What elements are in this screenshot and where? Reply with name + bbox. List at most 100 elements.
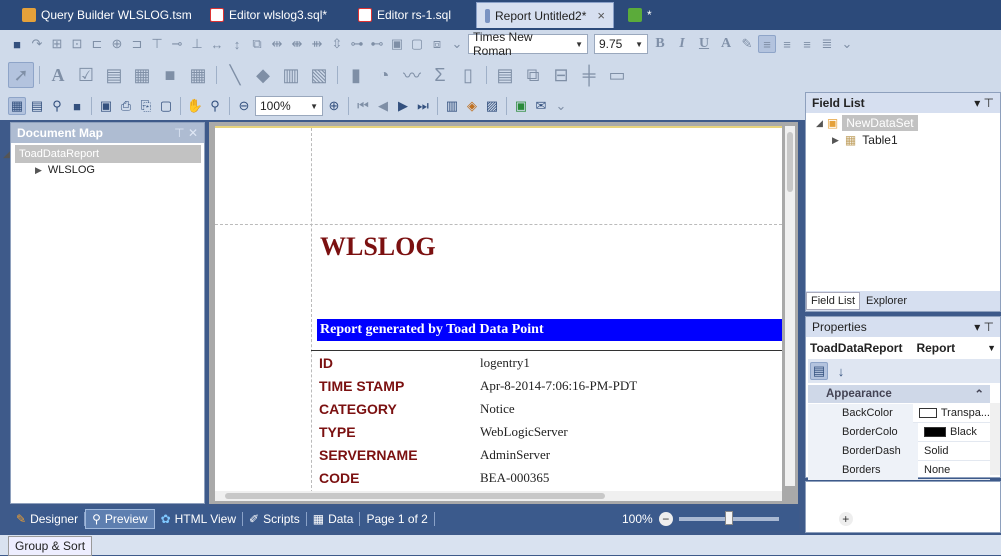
property-category[interactable]: Appearance ⌃ <box>808 385 990 403</box>
quick-print-icon[interactable]: ⎘ <box>137 97 155 115</box>
horizontal-spacing-icon[interactable]: ⇹ <box>268 35 286 53</box>
tab-editor-wlslog3[interactable]: Editor wlslog3.sql* <box>202 2 335 28</box>
page-setup-icon[interactable]: ▢ <box>157 97 175 115</box>
magnifier-icon[interactable]: ⚲ <box>206 97 224 115</box>
align-right-icon[interactable]: ⊐ <box>128 35 146 53</box>
horizontal-scrollbar[interactable] <box>215 491 782 501</box>
designer-button[interactable]: ✎ Designer <box>10 509 84 529</box>
picture-tool-icon[interactable]: ▦ <box>129 62 155 88</box>
bold-button[interactable]: B <box>650 36 670 52</box>
zip-code-tool-icon[interactable]: ▧ <box>306 62 332 88</box>
justify-left-icon[interactable]: ≡ <box>758 35 776 53</box>
tab-explorer[interactable]: Explorer <box>862 293 911 309</box>
hand-tool-icon[interactable]: ✋ <box>186 97 204 115</box>
cross-band-box-tool-icon[interactable]: ▭ <box>604 62 630 88</box>
highlight-icon[interactable]: ✎ <box>738 35 756 53</box>
size-to-grid-icon[interactable]: ⊡ <box>68 35 86 53</box>
sparkline-tool-icon[interactable]: 〰 <box>399 62 425 88</box>
align-to-grid-icon[interactable]: ⊞ <box>48 35 66 53</box>
save-icon[interactable]: ■ <box>68 97 86 115</box>
align-bottom-icon[interactable]: ⊥ <box>188 35 206 53</box>
html-view-button[interactable]: ✿ HTML View <box>155 509 242 529</box>
page-info-tool-icon[interactable]: ▯ <box>455 62 481 88</box>
pin-icon[interactable]: ▾ ⊤ <box>974 320 994 334</box>
expand-icon[interactable]: ▶ <box>832 135 839 146</box>
tree-item-wlslog[interactable]: ▶ WLSLOG <box>35 164 95 176</box>
collapse-icon[interactable]: ◢ <box>816 118 823 129</box>
background-color-icon[interactable]: ◈ <box>463 97 481 115</box>
collapse-icon[interactable]: ⌃ <box>974 387 984 401</box>
next-page-icon[interactable]: ▶ <box>394 97 412 115</box>
cross-band-line-tool-icon[interactable]: ╪ <box>576 62 602 88</box>
watermark-icon[interactable]: ▨ <box>483 97 501 115</box>
font-color-button[interactable]: A <box>716 36 736 52</box>
rich-text-tool-icon[interactable]: ▤ <box>101 62 127 88</box>
page-break-tool-icon[interactable]: ⊟ <box>548 62 574 88</box>
previous-page-icon[interactable]: ◀ <box>374 97 392 115</box>
zoom-out-icon[interactable]: − <box>658 512 673 526</box>
zoom-select[interactable]: 100% ▼ <box>255 96 323 116</box>
collapse-icon[interactable]: ◢ <box>3 149 10 160</box>
justify-center-icon[interactable]: ≡ <box>778 35 796 53</box>
cross-tab-tool-icon[interactable]: ▤ <box>492 62 518 88</box>
preview-button[interactable]: ⚲ Preview <box>85 509 155 529</box>
subreport-tool-icon[interactable]: ⧉ <box>520 62 546 88</box>
same-height-icon[interactable]: ↕ <box>228 35 246 53</box>
center-vertical-icon[interactable]: ⊷ <box>368 35 386 53</box>
align-top-icon[interactable]: ⊤ <box>148 35 166 53</box>
scroll-thumb[interactable] <box>787 132 793 192</box>
email-icon[interactable]: ✉ <box>532 97 550 115</box>
summary-tool-icon[interactable]: Σ <box>427 62 453 88</box>
expand-icon[interactable]: ▶ <box>35 165 42 176</box>
align-left-icon[interactable]: ⊏ <box>88 35 106 53</box>
overflow-chevron-icon[interactable]: ⌄ <box>448 35 466 53</box>
data-button[interactable]: ▦ Data <box>307 509 360 529</box>
save-icon[interactable]: ■ <box>8 35 26 53</box>
justify-full-icon[interactable]: ≣ <box>818 35 836 53</box>
scripts-button[interactable]: ✐ Scripts <box>243 509 306 529</box>
tab-report-untitled2[interactable]: Report Untitled2* × <box>476 2 614 28</box>
pointer-icon[interactable]: ➚ <box>8 62 34 88</box>
tab-query-builder[interactable]: Query Builder WLSLOG.tsm <box>14 2 200 28</box>
panel-tool-icon[interactable]: ■ <box>157 62 183 88</box>
chart-tool-icon[interactable]: ▮ <box>343 62 369 88</box>
vertical-spacing-icon[interactable]: ⇳ <box>328 35 346 53</box>
barcode-tool-icon[interactable]: ▥ <box>278 62 304 88</box>
same-size-icon[interactable]: ⧉ <box>248 35 266 53</box>
tab-new[interactable]: * <box>620 2 660 28</box>
increase-spacing-icon[interactable]: ⇼ <box>288 35 306 53</box>
overflow-chevron-icon[interactable]: ⌄ <box>552 97 570 115</box>
tab-field-list[interactable]: Field List <box>806 292 861 310</box>
table-tool-icon[interactable]: ▦ <box>185 62 211 88</box>
alphabetical-icon[interactable]: ↓ <box>832 362 850 380</box>
bring-front-icon[interactable]: ▣ <box>388 35 406 53</box>
gauge-tool-icon[interactable]: ◔ <box>371 62 397 88</box>
vertical-scrollbar[interactable] <box>990 403 1000 475</box>
property-row[interactable]: BorderDash Solid <box>808 441 990 461</box>
scroll-thumb[interactable] <box>225 493 605 499</box>
redo-icon[interactable]: ↷ <box>28 35 46 53</box>
label-tool-icon[interactable]: A <box>45 62 71 88</box>
checkbox-tool-icon[interactable]: ☑ <box>73 62 99 88</box>
underline-button[interactable]: U <box>694 36 714 52</box>
close-icon[interactable]: × <box>597 8 605 23</box>
pin-icon[interactable]: ▾ ⊤ <box>974 96 994 110</box>
line-tool-icon[interactable]: ╲ <box>222 62 248 88</box>
shape-tool-icon[interactable]: ◆ <box>250 62 276 88</box>
multiple-pages-icon[interactable]: ▥ <box>443 97 461 115</box>
property-row[interactable]: BorderColo Black <box>808 422 990 442</box>
find-icon[interactable]: ⚲ <box>48 97 66 115</box>
send-back-icon[interactable]: ▢ <box>408 35 426 53</box>
align-center-icon[interactable]: ⊕ <box>108 35 126 53</box>
zoom-in-icon[interactable]: ⊕ <box>325 97 343 115</box>
decrease-spacing-icon[interactable]: ⇻ <box>308 35 326 53</box>
italic-button[interactable]: I <box>672 36 692 52</box>
same-width-icon[interactable]: ↔ <box>208 35 226 53</box>
justify-right-icon[interactable]: ≡ <box>798 35 816 53</box>
categorized-icon[interactable]: ▤ <box>810 362 828 380</box>
tree-item-toaddatareport[interactable]: ◢ ToadDataReport <box>3 145 201 163</box>
property-row[interactable]: BackColor Transpa... <box>808 403 990 423</box>
font-family-select[interactable]: Times New Roman ▼ <box>468 30 588 58</box>
font-size-select[interactable]: 9.75 ▼ <box>594 34 648 54</box>
object-selector[interactable]: ToadDataReport Report ▼ <box>808 339 1000 357</box>
